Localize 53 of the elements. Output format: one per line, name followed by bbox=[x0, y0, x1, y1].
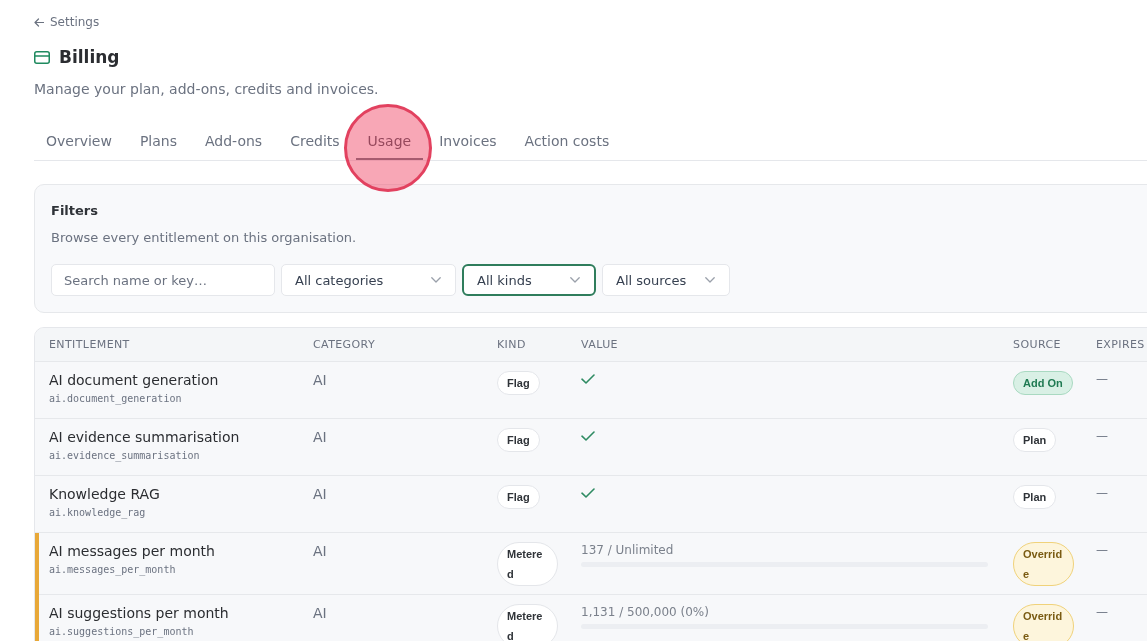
usage-reading: 137 / Unlimited bbox=[581, 542, 675, 559]
entitlement-name: AI suggestions per month bbox=[49, 604, 230, 623]
kind-badge: Flag bbox=[497, 428, 540, 452]
filters-title: Filters bbox=[51, 202, 99, 220]
credit-card-icon bbox=[34, 50, 50, 64]
entitlement-key: ai.document_generation bbox=[49, 390, 292, 407]
entitlement-name: AI evidence summarisation bbox=[49, 428, 241, 447]
page-title: Billing bbox=[59, 46, 120, 69]
expires-text: — bbox=[1096, 371, 1108, 388]
filter-dropdown[interactable]: All kinds bbox=[462, 264, 596, 296]
tab[interactable]: Add-ons bbox=[193, 121, 275, 160]
expires-text: — bbox=[1096, 542, 1108, 559]
source-badge: Add On bbox=[1013, 371, 1073, 395]
kind-badge: Metered bbox=[497, 604, 558, 641]
filters-description: Browse every entitlement on this organisation. bbox=[51, 229, 358, 247]
category-text: AI bbox=[313, 485, 327, 504]
entitlement-name: AI messages per month bbox=[49, 542, 216, 561]
page-subtitle: Manage your plan, add-ons, credits and invoices. bbox=[34, 80, 380, 99]
source-badge: Override bbox=[1013, 542, 1074, 586]
expires-text: — bbox=[1096, 604, 1108, 621]
chevron-down-icon bbox=[431, 277, 441, 283]
filter-dropdown[interactable]: All categories bbox=[281, 264, 456, 296]
tab[interactable]: Invoices bbox=[427, 121, 509, 160]
source-badge: Override bbox=[1013, 604, 1074, 641]
back-link[interactable]: Settings bbox=[34, 14, 100, 30]
arrow-left-icon bbox=[34, 17, 44, 27]
entitlement-name: AI document generation bbox=[49, 371, 220, 390]
entitlement-key: ai.suggestions_per_month bbox=[49, 623, 292, 640]
tab[interactable]: Action costs bbox=[512, 121, 622, 160]
chevron-down-icon bbox=[570, 277, 580, 283]
category-text: AI bbox=[313, 428, 327, 447]
tab[interactable]: Plans bbox=[127, 121, 189, 160]
category-text: AI bbox=[313, 604, 327, 623]
entitlement-name: Knowledge RAG bbox=[49, 485, 161, 504]
search-field[interactable]: Search name or key… bbox=[51, 264, 275, 296]
category-text: AI bbox=[313, 371, 327, 390]
chevron-down-icon bbox=[705, 277, 715, 283]
usage-reading: 1,131 / 500,000 (0%) bbox=[581, 604, 710, 621]
tab[interactable]: Credits bbox=[278, 121, 352, 160]
entitlement-key: ai.knowledge_rag bbox=[49, 504, 292, 521]
entitlement-key: ai.evidence_summarisation bbox=[49, 447, 292, 464]
tab[interactable]: Overview bbox=[34, 121, 124, 160]
filter-dropdown[interactable]: All sources bbox=[602, 264, 730, 296]
entitlement-key: ai.messages_per_month bbox=[49, 561, 292, 578]
source-badge: Plan bbox=[1013, 485, 1057, 509]
kind-badge: Flag bbox=[497, 485, 540, 509]
kind-badge: Flag bbox=[497, 371, 540, 395]
source-badge: Plan bbox=[1013, 428, 1057, 452]
category-text: AI bbox=[313, 542, 327, 561]
expires-text: — bbox=[1096, 485, 1108, 502]
tab[interactable]: Usage bbox=[355, 121, 424, 160]
kind-badge: Metered bbox=[497, 542, 558, 586]
expires-text: — bbox=[1096, 428, 1108, 445]
